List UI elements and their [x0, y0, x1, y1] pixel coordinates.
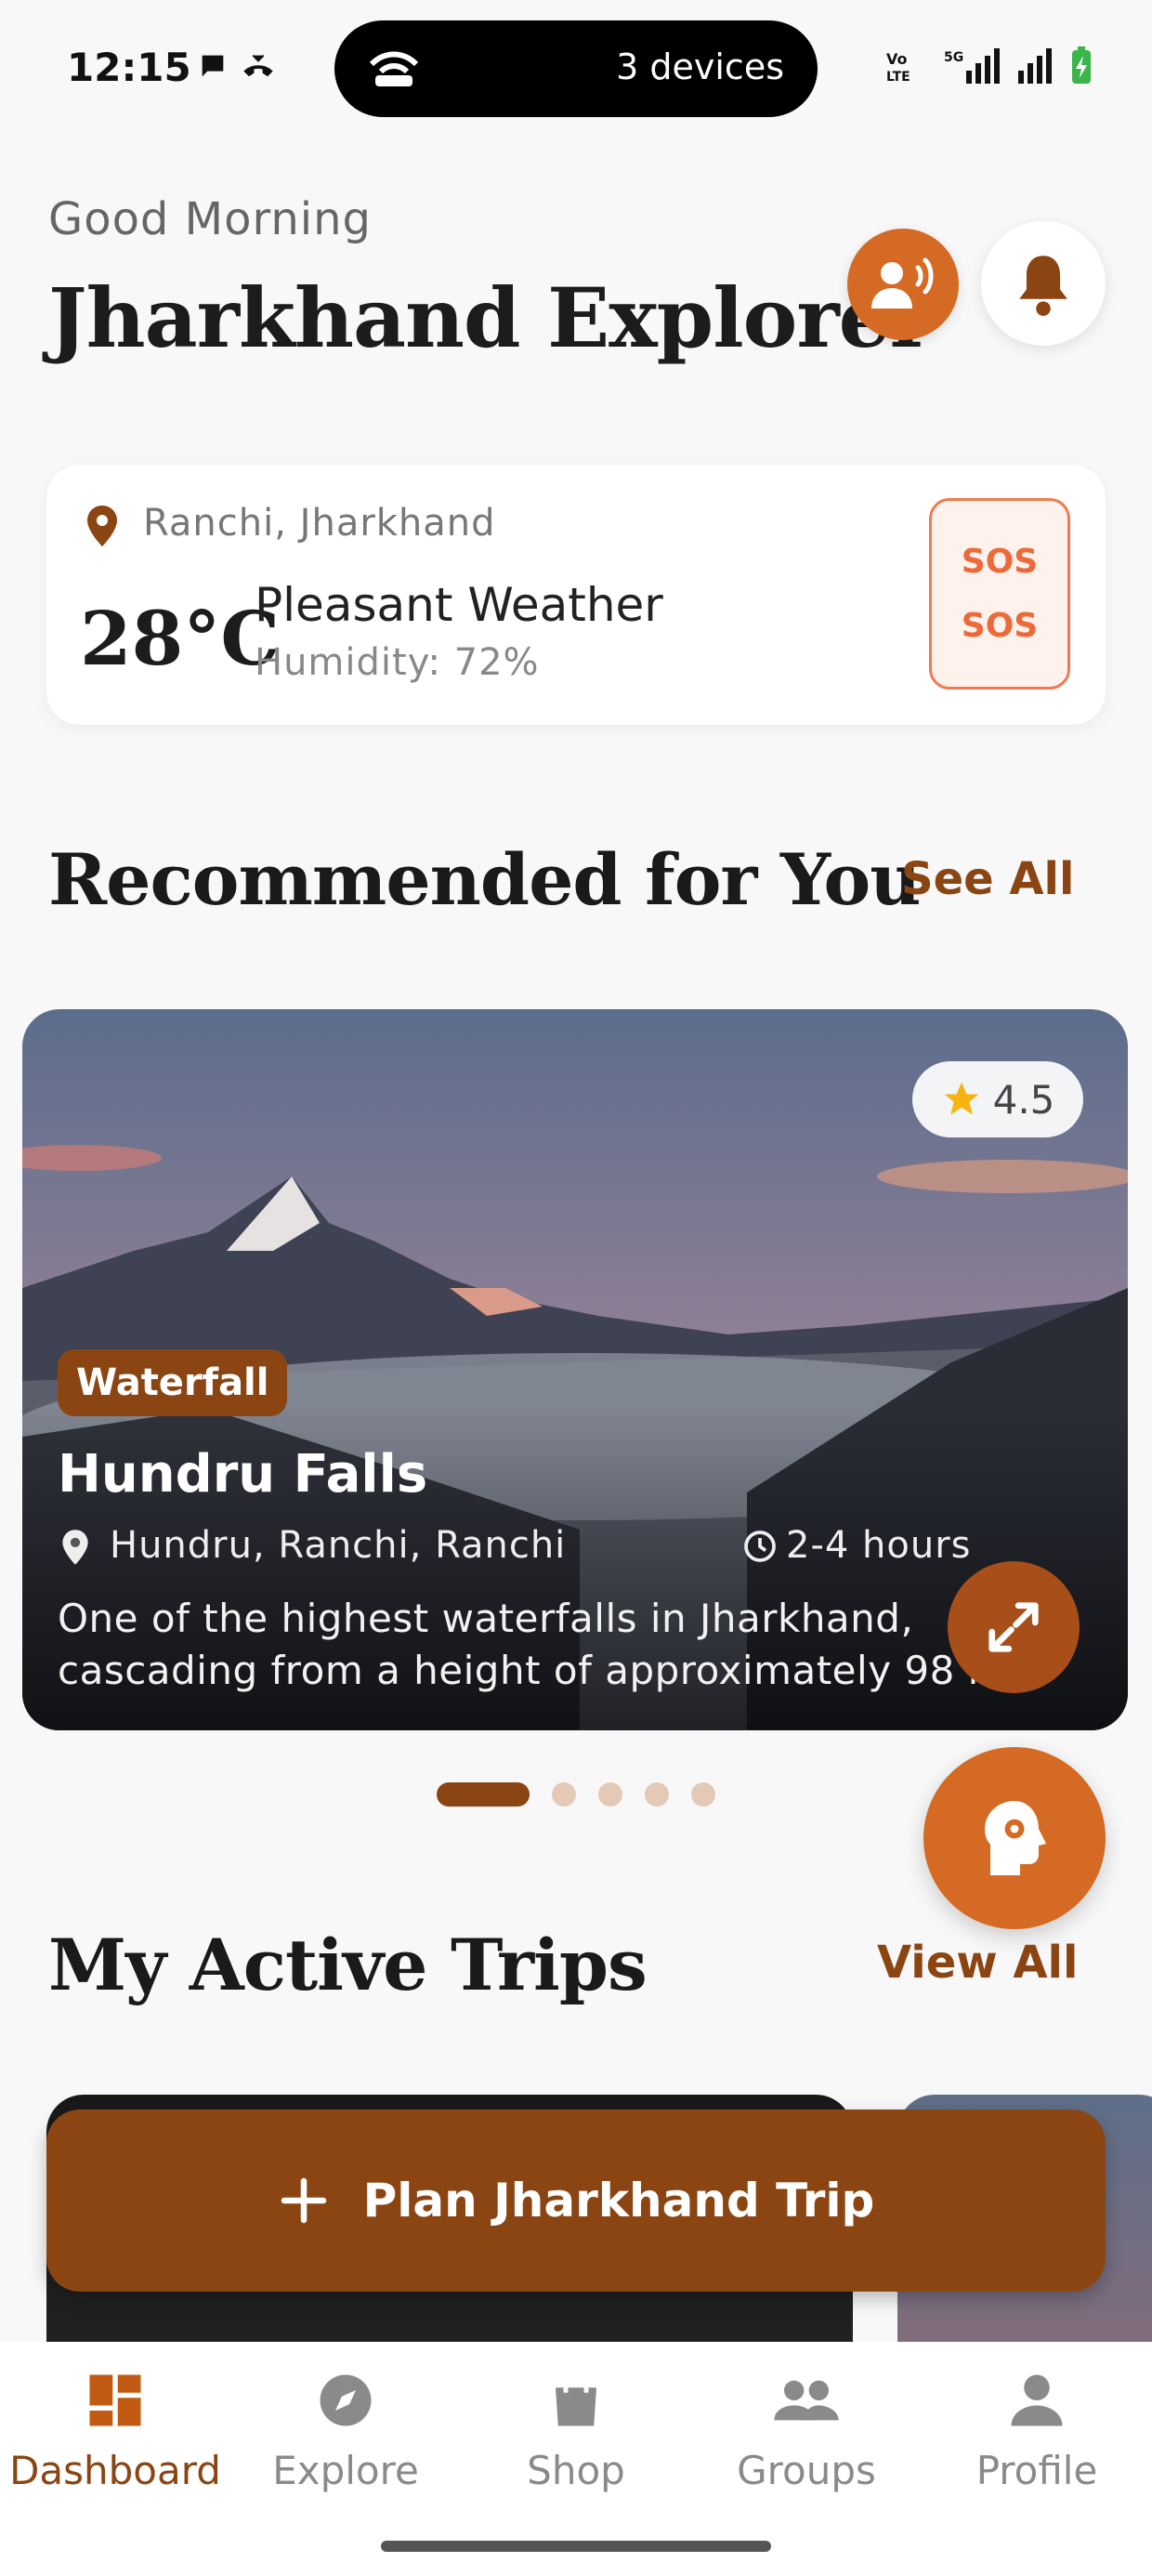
carousel-dots: [437, 1782, 715, 1807]
greeting-text: Good Morning: [48, 193, 372, 245]
svg-text:5G: 5G: [944, 50, 963, 65]
carousel-dot[interactable]: [552, 1782, 576, 1807]
sos-label-top: SOS: [961, 543, 1039, 581]
voice-speaker-icon: [871, 257, 934, 309]
plan-trip-button[interactable]: Plan Jharkhand Trip: [46, 2109, 1106, 2292]
page-title: Jharkhand Explorer: [48, 269, 933, 366]
nav-label-explore: Explore: [272, 2448, 419, 2493]
shopping-bag-icon: [556, 2372, 596, 2426]
rating-badge: 4.5: [912, 1061, 1083, 1137]
status-notification-icons: [197, 50, 277, 82]
compass-icon: [320, 2374, 372, 2426]
home-indicator[interactable]: [381, 2541, 771, 2552]
hotspot-icon: [369, 51, 419, 86]
signal-icon: [1018, 48, 1052, 84]
nav-item-dashboard[interactable]: Dashboard: [4, 2370, 227, 2576]
notifications-button[interactable]: [981, 221, 1106, 346]
nav-label-shop: Shop: [527, 2448, 625, 2493]
sos-label-bottom: SOS: [961, 607, 1039, 645]
rating-value: 4.5: [992, 1076, 1055, 1123]
nav-label-dashboard: Dashboard: [9, 2448, 221, 2493]
location-pin-icon: [87, 506, 117, 546]
expand-button[interactable]: [948, 1561, 1080, 1693]
place-location: Hundru, Ranchi, Ranchi: [110, 1524, 567, 1567]
expand-arrows-icon: [988, 1602, 1039, 1652]
head-gear-icon: [985, 1801, 1046, 1875]
weather-humidity: Humidity: 72%: [255, 641, 540, 684]
location-pin-small-icon: [62, 1530, 88, 1565]
bell-icon: [1019, 256, 1067, 316]
weather-location: Ranchi, Jharkhand: [143, 502, 496, 545]
status-time: 12:15: [67, 45, 191, 90]
carousel-dot[interactable]: [598, 1782, 622, 1807]
recommended-section-title: Recommended for You: [48, 838, 921, 921]
dynamic-island: 3 devices: [334, 20, 818, 117]
signal-5g-icon: 5G: [944, 48, 1000, 84]
see-all-link[interactable]: See All: [901, 853, 1074, 905]
carousel-dot[interactable]: [691, 1782, 715, 1807]
place-name: Hundru Falls: [58, 1444, 428, 1505]
person-icon: [1011, 2374, 1063, 2426]
battery-charging-icon: [1072, 46, 1091, 84]
category-chip: Waterfall: [58, 1349, 288, 1416]
plus-icon: [281, 2177, 326, 2224]
nav-label-groups: Groups: [737, 2448, 876, 2493]
nav-item-profile[interactable]: Profile: [925, 2370, 1148, 2576]
voice-assistant-button[interactable]: [847, 229, 959, 340]
status-system-icons: Vo LTE 5G: [886, 46, 1093, 85]
weather-condition: Pleasant Weather: [255, 578, 663, 632]
star-icon: [944, 1082, 978, 1115]
carousel-dot[interactable]: [645, 1782, 669, 1807]
ai-assistant-fab[interactable]: [923, 1747, 1106, 1929]
groups-icon: [774, 2380, 839, 2421]
svg-text:LTE: LTE: [886, 70, 910, 85]
missed-call-icon: [243, 54, 273, 77]
place-description: One of the highest waterfalls in Jharkha…: [58, 1593, 1098, 1697]
active-trips-section-title: My Active Trips: [48, 1924, 648, 2006]
place-duration: 2-4 hours: [786, 1524, 972, 1567]
svg-text:Vo: Vo: [886, 50, 908, 68]
connected-devices-text: 3 devices: [616, 46, 784, 87]
sos-button[interactable]: SOS SOS: [929, 498, 1070, 690]
clock-icon: [744, 1531, 776, 1562]
nav-label-profile: Profile: [975, 2448, 1098, 2493]
chat-bubble-icon: [202, 55, 224, 77]
plan-trip-label: Plan Jharkhand Trip: [362, 2174, 875, 2228]
description-line-1: One of the highest waterfalls in Jharkha…: [58, 1596, 914, 1641]
dashboard-icon: [89, 2374, 141, 2426]
weather-temperature: 28°C: [80, 595, 280, 682]
view-all-link[interactable]: View All: [877, 1937, 1078, 1989]
volte-icon: Vo LTE: [886, 50, 910, 85]
carousel-dot[interactable]: [437, 1782, 530, 1807]
description-line-2: cascading from a height of approximately…: [58, 1648, 1045, 1693]
